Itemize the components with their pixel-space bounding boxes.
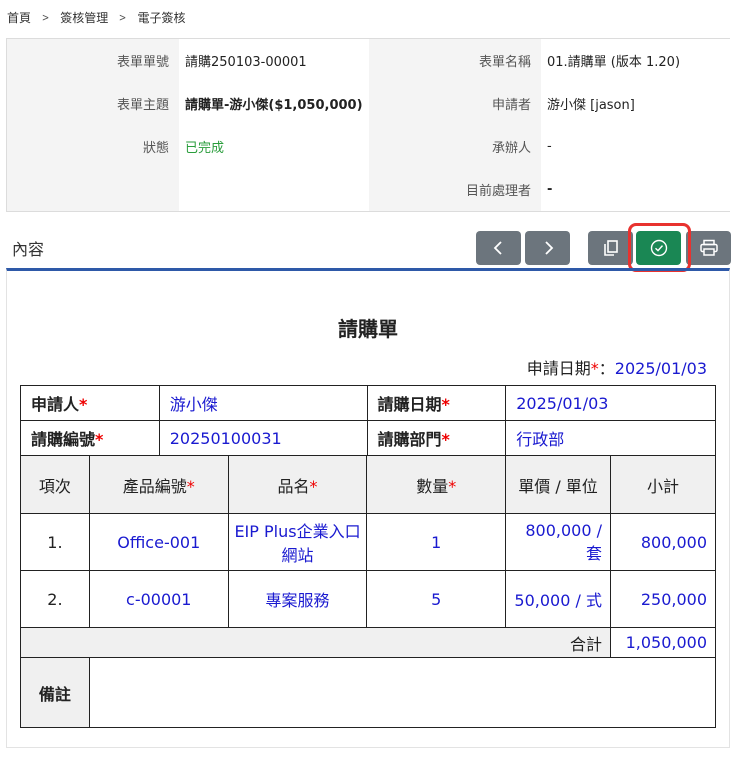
item-code: c-00001 <box>88 570 229 628</box>
form-content: 請購單 申請日期*：2025/01/03 申請人* 游小傑 請購日期* 2025… <box>6 268 730 748</box>
subject-value: 請購單-游小傑($1,050,000) <box>179 82 369 125</box>
form-title: 請購單 <box>338 317 398 341</box>
status-badge: 已完成 <box>179 125 369 168</box>
col-qty: 數量* <box>366 455 507 514</box>
item-name: EIP Plus企業入口網站 <box>227 513 368 571</box>
form-name-value: 01.請購單 (版本 1.20) <box>541 39 731 82</box>
form-no-label: 表單單號 <box>7 39 179 82</box>
breadcrumb-module[interactable]: 簽核管理 <box>60 9 108 26</box>
apply-date: 申請日期*：2025/01/03 <box>526 359 707 378</box>
note-value <box>88 657 717 728</box>
form-info-panel: 表單單號 請購250103-00001 表單名稱 01.請購單 (版本 1.20… <box>6 38 731 212</box>
breadcrumb-separator: > <box>119 10 127 24</box>
total-label: 合計 <box>20 627 611 658</box>
copy-icon <box>603 240 618 256</box>
chevron-left-icon <box>493 241 502 255</box>
item-qty: 1 <box>366 513 507 571</box>
required-mark: * <box>590 359 599 378</box>
request-no-label: 請購編號* <box>20 420 160 456</box>
col-name: 品名* <box>227 455 368 514</box>
applicant-field-label: 申請人* <box>20 385 160 421</box>
table-row: 申請人* 游小傑 請購日期* 2025/01/03 <box>20 385 716 421</box>
handler-label: 承辦人 <box>369 125 541 168</box>
breadcrumb-home[interactable]: 首頁 <box>7 9 31 26</box>
request-date-label: 請購日期* <box>366 385 507 421</box>
dept-label: 請購部門* <box>366 420 507 456</box>
table-row: 2. c-00001 專案服務 5 50,000 / 式 250,000 <box>20 570 717 628</box>
note-row: 備註 <box>20 657 717 728</box>
item-subtotal: 800,000 <box>609 513 717 571</box>
applicant-label: 申請者 <box>369 82 541 125</box>
item-price: 800,000 / 套 <box>505 513 611 571</box>
copy-button[interactable] <box>588 231 633 265</box>
print-button[interactable] <box>686 231 731 265</box>
next-button[interactable] <box>525 231 570 265</box>
item-qty: 5 <box>366 570 507 628</box>
empty-value <box>179 168 369 211</box>
breadcrumb-current: 電子簽核 <box>137 10 186 25</box>
handler-value: - <box>541 125 731 168</box>
section-title: 內容 <box>12 240 45 259</box>
items-table: 項次 產品編號* 品名* 數量* 單價 / 單位 小計 1. Office-00… <box>20 455 717 728</box>
breadcrumb-separator: > <box>41 10 50 24</box>
header-fields-table: 申請人* 游小傑 請購日期* 2025/01/03 請購編號* 20250100… <box>20 385 716 456</box>
item-no: 2. <box>20 570 90 628</box>
item-subtotal: 250,000 <box>609 570 717 628</box>
col-subtotal: 小計 <box>609 455 717 514</box>
applicant-field-value: 游小傑 <box>158 385 368 421</box>
table-row: 1. Office-001 EIP Plus企業入口網站 1 800,000 /… <box>20 513 717 571</box>
note-label: 備註 <box>20 657 90 728</box>
current-handler-label: 目前處理者 <box>369 168 541 211</box>
subject-label: 表單主題 <box>7 82 179 125</box>
total-amount: 1,050,000 <box>609 627 717 658</box>
form-name-label: 表單名稱 <box>369 39 541 82</box>
apply-date-value: 2025/01/03 <box>614 359 707 378</box>
current-handler-value: - <box>541 168 731 211</box>
col-code: 產品編號* <box>88 455 229 514</box>
print-icon <box>699 239 718 256</box>
chevron-right-icon <box>544 241 553 255</box>
empty-label <box>7 168 179 211</box>
total-row: 合計 1,050,000 <box>20 627 717 658</box>
col-price: 單價 / 單位 <box>505 455 611 514</box>
apply-date-label: 申請日期 <box>526 359 591 378</box>
item-no: 1. <box>20 513 90 571</box>
form-no-value: 請購250103-00001 <box>179 39 369 82</box>
previous-button[interactable] <box>476 231 521 265</box>
approve-highlight <box>628 223 691 272</box>
status-label: 狀態 <box>7 125 179 168</box>
item-price: 50,000 / 式 <box>505 570 611 628</box>
dept-value: 行政部 <box>505 420 716 456</box>
table-header-row: 項次 產品編號* 品名* 數量* 單價 / 單位 小計 <box>20 455 717 514</box>
breadcrumb: 首頁 > 簽核管理 > 電子簽核 <box>7 9 185 25</box>
table-row: 請購編號* 20250100031 請購部門* 行政部 <box>20 420 716 456</box>
col-item: 項次 <box>20 455 90 514</box>
request-date-value: 2025/01/03 <box>505 385 716 421</box>
item-code: Office-001 <box>88 513 229 571</box>
applicant-value: 游小傑 [jason] <box>541 82 731 125</box>
item-name: 專案服務 <box>227 570 368 628</box>
request-no-value: 20250100031 <box>158 420 368 456</box>
